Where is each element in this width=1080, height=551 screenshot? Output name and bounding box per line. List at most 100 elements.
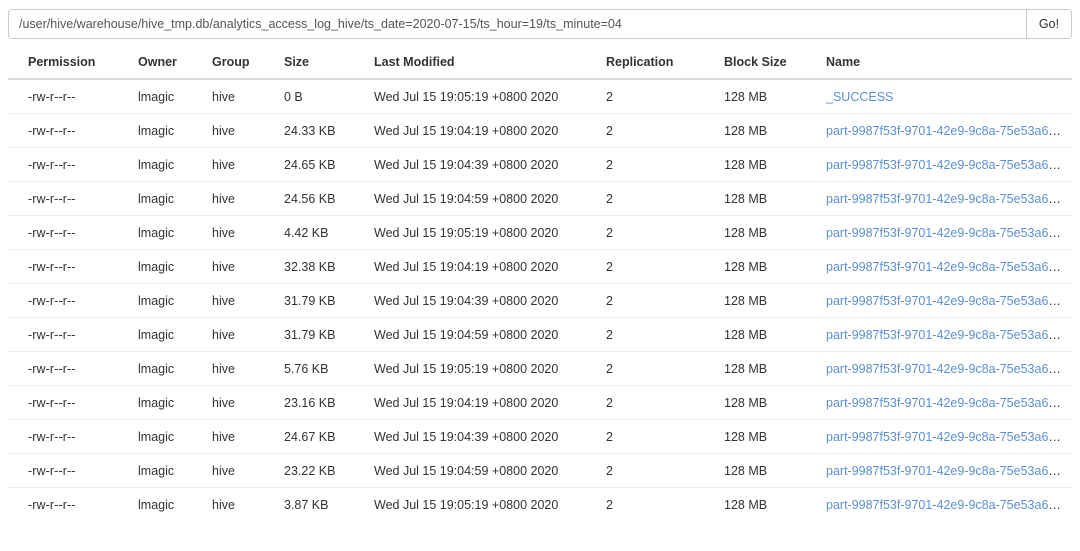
cell-name: part-9987f53f-9701-42e9-9c8a-75e53a6741e…	[818, 182, 1072, 216]
cell-owner: lmagic	[130, 386, 204, 420]
file-name-link[interactable]: part-9987f53f-9701-42e9-9c8a-75e53a6741e…	[826, 430, 1072, 444]
file-name-link[interactable]: part-9987f53f-9701-42e9-9c8a-75e53a6741e…	[826, 226, 1072, 240]
cell-group-text: hive	[212, 294, 235, 308]
file-name-link[interactable]: part-9987f53f-9701-42e9-9c8a-75e53a6741e…	[826, 260, 1072, 274]
cell-block-size: 128 MB	[716, 148, 818, 182]
file-name-link[interactable]: part-9987f53f-9701-42e9-9c8a-75e53a6741e…	[826, 192, 1072, 206]
cell-group-text: hive	[212, 498, 235, 512]
cell-group: hive	[204, 488, 276, 522]
cell-block-size-text: 128 MB	[724, 396, 767, 410]
column-header-permission[interactable]: Permission	[8, 53, 130, 79]
cell-replication-text: 2	[606, 192, 613, 206]
cell-name: part-9987f53f-9701-42e9-9c8a-75e53a6741e…	[818, 386, 1072, 420]
cell-owner: lmagic	[130, 352, 204, 386]
cell-last-modified-text: Wed Jul 15 19:04:19 +0800 2020	[374, 260, 558, 274]
table-row: -rw-r--r--lmagichive4.42 KBWed Jul 15 19…	[8, 216, 1072, 250]
cell-last-modified-text: Wed Jul 15 19:05:19 +0800 2020	[374, 498, 558, 512]
cell-last-modified-text: Wed Jul 15 19:05:19 +0800 2020	[374, 226, 558, 240]
cell-permission: -rw-r--r--	[8, 386, 130, 420]
table-row: -rw-r--r--lmagichive5.76 KBWed Jul 15 19…	[8, 352, 1072, 386]
cell-block-size: 128 MB	[716, 284, 818, 318]
cell-size: 24.65 KB	[276, 148, 366, 182]
cell-name: _SUCCESS	[818, 79, 1072, 114]
cell-name: part-9987f53f-9701-42e9-9c8a-75e53a6741e…	[818, 488, 1072, 522]
cell-last-modified: Wed Jul 15 19:04:59 +0800 2020	[366, 454, 598, 488]
cell-last-modified: Wed Jul 15 19:05:19 +0800 2020	[366, 352, 598, 386]
cell-last-modified-text: Wed Jul 15 19:04:39 +0800 2020	[374, 430, 558, 444]
cell-owner: lmagic	[130, 182, 204, 216]
cell-owner-text: lmagic	[138, 260, 174, 274]
hdfs-file-browser-page: Go! Permission Owner Group Size Last Mod…	[0, 9, 1080, 551]
cell-replication-text: 2	[606, 158, 613, 172]
cell-size-text: 24.33 KB	[284, 124, 335, 138]
path-browse-bar: Go!	[8, 9, 1072, 39]
column-header-replication[interactable]: Replication	[598, 53, 716, 79]
cell-owner: lmagic	[130, 318, 204, 352]
cell-group: hive	[204, 114, 276, 148]
cell-permission: -rw-r--r--	[8, 250, 130, 284]
column-header-last-modified[interactable]: Last Modified	[366, 53, 598, 79]
column-header-size[interactable]: Size	[276, 53, 366, 79]
cell-block-size: 128 MB	[716, 352, 818, 386]
cell-block-size: 128 MB	[716, 454, 818, 488]
cell-last-modified: Wed Jul 15 19:04:19 +0800 2020	[366, 114, 598, 148]
file-name-link[interactable]: part-9987f53f-9701-42e9-9c8a-75e53a6741e…	[826, 294, 1072, 308]
cell-size-text: 23.16 KB	[284, 396, 335, 410]
column-header-owner[interactable]: Owner	[130, 53, 204, 79]
cell-size-text: 24.65 KB	[284, 158, 335, 172]
file-name-link[interactable]: part-9987f53f-9701-42e9-9c8a-75e53a6741e…	[826, 464, 1072, 478]
file-name-link[interactable]: part-9987f53f-9701-42e9-9c8a-75e53a6741e…	[826, 328, 1072, 342]
file-name-link[interactable]: part-9987f53f-9701-42e9-9c8a-75e53a6741e…	[826, 498, 1072, 512]
column-header-block-size[interactable]: Block Size	[716, 53, 818, 79]
cell-replication-text: 2	[606, 124, 613, 138]
column-header-name[interactable]: Name	[818, 53, 1072, 79]
cell-owner-text: lmagic	[138, 396, 174, 410]
table-header: Permission Owner Group Size Last Modifie…	[8, 53, 1072, 79]
cell-block-size-text: 128 MB	[724, 90, 767, 104]
file-name-link[interactable]: part-9987f53f-9701-42e9-9c8a-75e53a6741e…	[826, 396, 1072, 410]
file-name-link[interactable]: _SUCCESS	[826, 90, 893, 104]
table-header-row: Permission Owner Group Size Last Modifie…	[8, 53, 1072, 79]
cell-replication-text: 2	[606, 396, 613, 410]
table-row: -rw-r--r--lmagichive23.16 KBWed Jul 15 1…	[8, 386, 1072, 420]
cell-permission: -rw-r--r--	[8, 114, 130, 148]
file-name-link[interactable]: part-9987f53f-9701-42e9-9c8a-75e53a6741e…	[826, 124, 1072, 138]
cell-owner: lmagic	[130, 488, 204, 522]
file-name-link[interactable]: part-9987f53f-9701-42e9-9c8a-75e53a6741e…	[826, 362, 1072, 376]
cell-group-text: hive	[212, 226, 235, 240]
cell-owner-text: lmagic	[138, 464, 174, 478]
go-button[interactable]: Go!	[1026, 9, 1072, 39]
cell-last-modified-text: Wed Jul 15 19:04:39 +0800 2020	[374, 158, 558, 172]
cell-block-size: 128 MB	[716, 386, 818, 420]
cell-size-text: 24.56 KB	[284, 192, 335, 206]
file-name-link[interactable]: part-9987f53f-9701-42e9-9c8a-75e53a6741e…	[826, 158, 1072, 172]
cell-block-size: 128 MB	[716, 318, 818, 352]
cell-last-modified: Wed Jul 15 19:04:39 +0800 2020	[366, 420, 598, 454]
cell-owner: lmagic	[130, 216, 204, 250]
cell-owner: lmagic	[130, 284, 204, 318]
cell-replication-text: 2	[606, 498, 613, 512]
column-header-group[interactable]: Group	[204, 53, 276, 79]
cell-replication: 2	[598, 148, 716, 182]
cell-permission-text: -rw-r--r--	[28, 192, 76, 206]
cell-block-size-text: 128 MB	[724, 498, 767, 512]
cell-size: 3.87 KB	[276, 488, 366, 522]
cell-last-modified: Wed Jul 15 19:05:19 +0800 2020	[366, 79, 598, 114]
cell-last-modified: Wed Jul 15 19:04:19 +0800 2020	[366, 386, 598, 420]
path-input[interactable]	[8, 9, 1026, 39]
cell-last-modified: Wed Jul 15 19:04:39 +0800 2020	[366, 148, 598, 182]
cell-block-size: 128 MB	[716, 420, 818, 454]
cell-owner-text: lmagic	[138, 192, 174, 206]
cell-owner-text: lmagic	[138, 328, 174, 342]
cell-replication: 2	[598, 318, 716, 352]
table-row: -rw-r--r--lmagichive31.79 KBWed Jul 15 1…	[8, 284, 1072, 318]
cell-replication: 2	[598, 216, 716, 250]
cell-owner-text: lmagic	[138, 90, 174, 104]
table-row: -rw-r--r--lmagichive31.79 KBWed Jul 15 1…	[8, 318, 1072, 352]
cell-size-text: 0 B	[284, 90, 303, 104]
table-body: -rw-r--r--lmagichive0 BWed Jul 15 19:05:…	[8, 79, 1072, 521]
cell-size-text: 31.79 KB	[284, 294, 335, 308]
table-row: -rw-r--r--lmagichive23.22 KBWed Jul 15 1…	[8, 454, 1072, 488]
cell-group: hive	[204, 318, 276, 352]
cell-permission-text: -rw-r--r--	[28, 396, 76, 410]
